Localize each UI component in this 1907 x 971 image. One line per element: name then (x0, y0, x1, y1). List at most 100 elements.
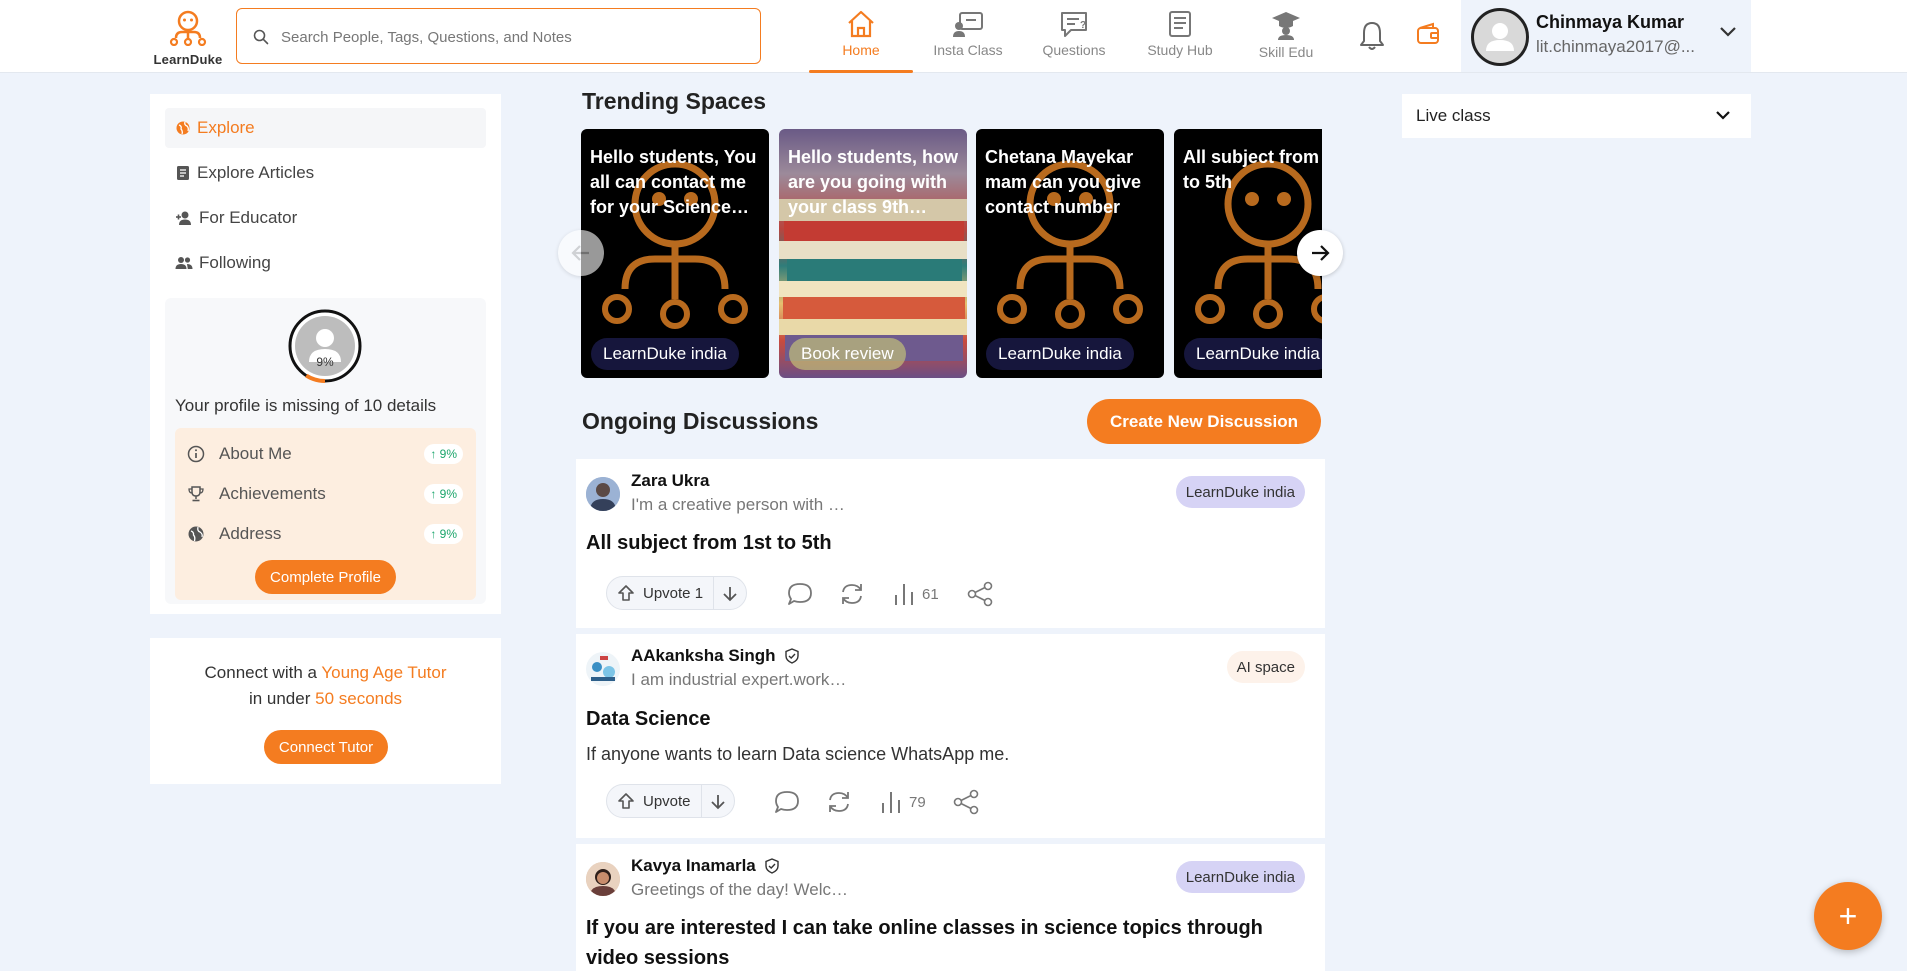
author-photo (586, 652, 620, 686)
learnduke-logo[interactable]: LearnDuke (150, 10, 226, 67)
detail-about-me[interactable]: About Me ↑ 9% (187, 440, 467, 468)
learnduke-logo-icon (169, 10, 207, 47)
carousel-next-button[interactable] (1297, 230, 1343, 276)
post-author[interactable]: AAkanksha Singh (631, 646, 800, 666)
bar-chart-icon (895, 584, 913, 605)
repost-icon (829, 792, 849, 812)
comment-button[interactable] (773, 789, 807, 815)
trending-card-text: All subject from 1st to 5th (1183, 147, 1322, 192)
upvote-icon (618, 585, 634, 601)
missing-details-list: About Me ↑ 9% Achievements ↑ 9% Address … (175, 428, 476, 600)
repost-button[interactable] (825, 789, 859, 815)
post-author[interactable]: Kavya Inamarla (631, 856, 780, 876)
upvote-button[interactable]: Upvote (607, 785, 702, 817)
connect-tutor-card: Connect with a Young Age Tutor in under … (150, 638, 501, 784)
author-avatar[interactable] (586, 862, 620, 896)
downvote-button[interactable] (714, 577, 746, 609)
globe-icon (176, 121, 190, 135)
percent-badge: ↑ 9% (424, 444, 463, 464)
user-email: lit.chinmaya2017@... (1536, 37, 1696, 56)
trending-card-text: Hello students, You all can contact me f… (590, 147, 757, 217)
sidebar-item-following[interactable]: Following (165, 243, 486, 283)
author-avatar[interactable] (586, 652, 620, 686)
connect-text-pre: Connect with a (204, 663, 322, 682)
share-icon (967, 581, 993, 607)
logo-text: LearnDuke (153, 52, 223, 67)
wallet-button[interactable] (1416, 22, 1440, 51)
space-tag[interactable]: LearnDuke india (1175, 476, 1305, 508)
repost-button[interactable] (838, 581, 872, 607)
share-button[interactable] (966, 581, 1000, 607)
verified-shield-icon (765, 858, 779, 874)
post-author[interactable]: Zara Ukra (631, 471, 709, 491)
post-title[interactable]: Data Science (586, 704, 1306, 734)
sidebar-item-explore-articles[interactable]: Explore Articles (165, 153, 486, 193)
connect-highlight-time: 50 seconds (315, 689, 403, 708)
trending-card-text: Hello students, how are you going with y… (788, 147, 959, 217)
author-avatar[interactable] (586, 477, 620, 511)
author-name: Kavya Inamarla (631, 856, 756, 875)
comment-button[interactable] (786, 581, 820, 607)
left-sidebar: Explore Explore Articles For Educator Fo… (150, 94, 501, 614)
author-bio: I am industrial expert.work… (631, 670, 847, 689)
percent-badge: ↑ 9% (424, 524, 463, 544)
views-count: 79 (879, 789, 926, 815)
views-number: 61 (922, 585, 939, 603)
connect-text-mid: in under (248, 689, 316, 708)
trending-carousel: Hello students, You all can contact me f… (581, 0, 1322, 400)
views-count: 61 (892, 581, 939, 607)
sidebar-item-label: Following (199, 253, 271, 272)
trophy-icon (188, 486, 204, 502)
floating-add-button[interactable]: + (1814, 882, 1882, 950)
post-title[interactable]: All subject from 1st to 5th (586, 528, 1306, 558)
post-title[interactable]: If you are interested I can take online … (586, 913, 1306, 971)
live-class-select[interactable]: Live class (1402, 94, 1751, 138)
detail-achievements[interactable]: Achievements ↑ 9% (187, 480, 467, 508)
detail-label: Achievements (219, 484, 326, 503)
connect-tutor-button[interactable]: Connect Tutor (264, 730, 388, 764)
trending-card-tag: Book review (789, 338, 906, 370)
space-tag[interactable]: LearnDuke india (1175, 861, 1305, 893)
carousel-prev-button[interactable] (558, 230, 604, 276)
upvote-button[interactable]: Upvote 1 (607, 577, 715, 609)
vote-group: Upvote (606, 784, 735, 818)
author-photo (586, 862, 620, 896)
detail-address[interactable]: Address ↑ 9% (187, 520, 467, 548)
user-menu[interactable]: Chinmaya Kumar lit.chinmaya2017@... (1461, 0, 1751, 72)
downvote-icon (710, 795, 725, 810)
notification-bell[interactable] (1357, 20, 1387, 57)
verified-shield-icon (784, 648, 799, 664)
globe-icon (188, 526, 204, 542)
profile-missing-text: Your profile is missing of 10 details (175, 396, 437, 415)
upvote-label: Upvote (643, 792, 691, 810)
detail-label: About Me (219, 444, 292, 463)
trending-card[interactable]: Chetana Mayekar mam can you give contact… (976, 129, 1164, 378)
discussion-post: Zara Ukra I'm a creative person with … L… (576, 459, 1325, 628)
trending-card-tag: LearnDuke india (986, 338, 1134, 370)
sidebar-item-label: Explore (197, 118, 255, 137)
upvote-icon (618, 793, 634, 809)
author-name: Zara Ukra (631, 471, 710, 490)
vote-group: Upvote 1 (606, 576, 748, 610)
user-avatar (1471, 8, 1529, 66)
wallet-icon (1417, 22, 1439, 44)
upvote-label: Upvote 1 (643, 584, 704, 602)
bar-chart-icon (882, 792, 900, 813)
create-discussion-button[interactable]: Create New Discussion (1087, 399, 1321, 444)
trending-card[interactable]: Hello students, You all can contact me f… (581, 129, 769, 378)
sidebar-item-for-educator[interactable]: For Educator (165, 198, 486, 238)
ongoing-discussions-title: Ongoing Discussions (582, 408, 819, 434)
downvote-button[interactable] (702, 785, 734, 817)
author-photo (586, 477, 620, 511)
user-name: Chinmaya Kumar (1536, 12, 1685, 32)
sidebar-item-label: Explore Articles (197, 163, 315, 182)
sidebar-item-explore[interactable]: Explore (165, 108, 486, 148)
complete-profile-button[interactable]: Complete Profile (255, 560, 396, 594)
share-icon (953, 789, 979, 815)
trending-card[interactable]: Hello students, how are you going with y… (779, 129, 967, 378)
sidebar-item-label: For Educator (199, 208, 298, 227)
article-icon (177, 166, 189, 180)
share-button[interactable] (952, 789, 986, 815)
repost-icon (842, 584, 862, 604)
space-tag[interactable]: AI space (1226, 651, 1305, 683)
